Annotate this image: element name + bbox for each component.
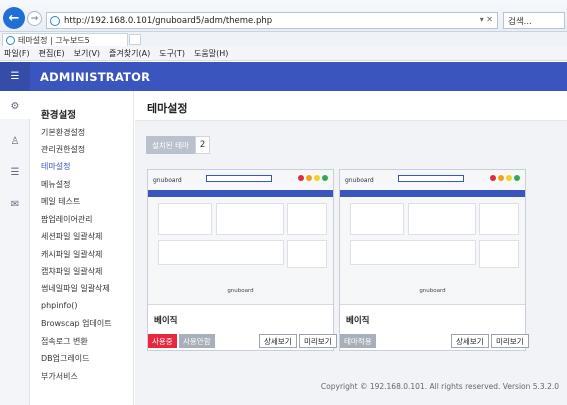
preview-box	[216, 203, 284, 235]
preview-box	[287, 240, 327, 268]
preview-box	[479, 240, 519, 268]
admin-header: ☰ ADMINISTRATOR	[0, 62, 567, 91]
preview-dot	[490, 175, 496, 181]
left-icon-bar: ⚙ ♙ ☰ ✉	[0, 91, 30, 405]
preview-box	[287, 203, 327, 235]
preview-box	[350, 240, 476, 265]
brand-title: ADMINISTRATOR	[40, 70, 151, 84]
preview-dot	[314, 175, 320, 181]
main-content: 테마설정 설치된 테마 2 gnuboard gnuboard 베이직 사용중 …	[135, 91, 567, 405]
preview-button[interactable]: 미리보기	[299, 334, 337, 348]
browser-tab[interactable]: 테마설정 | 그누보드5	[2, 33, 128, 46]
preview-footer: gnuboard	[419, 288, 446, 294]
browser-search-input[interactable]: 검색...	[503, 12, 565, 29]
browser-toolbar: ← → http://192.168.0.101/gnuboard5/adm/t…	[0, 0, 567, 32]
preview-logo: gnuboard	[345, 177, 374, 184]
sidebar: 환경설정 기본환경설정 관리권한설정 테마설정 메뉴설정 메일 테스트 팝업레이…	[30, 91, 134, 405]
preview-button[interactable]: 미리보기	[491, 334, 529, 348]
address-bar[interactable]: http://192.168.0.101/gnuboard5/adm/theme…	[46, 12, 498, 29]
preview-box	[479, 203, 519, 235]
page-title: 테마설정	[147, 102, 188, 115]
deactivate-button[interactable]: 사용안함	[179, 334, 215, 348]
back-arrow-icon[interactable]: ←	[3, 7, 25, 29]
menu-icon[interactable]: ☰	[0, 62, 30, 91]
preview-search-box	[398, 175, 464, 182]
preview-dot	[322, 175, 328, 181]
theme-name: 베이직	[346, 316, 370, 326]
theme-preview-image: gnuboard gnuboard	[340, 170, 525, 305]
mail-icon[interactable]: ✉	[7, 196, 23, 212]
installed-count: 2	[194, 136, 211, 154]
refresh-controls-icon[interactable]: ▾ ✕	[480, 15, 493, 24]
list-icon[interactable]: ☰	[7, 164, 23, 180]
tab-row: 테마설정 | 그누보드5	[0, 32, 567, 46]
detail-button[interactable]: 상세보기	[451, 334, 489, 348]
preview-box	[350, 203, 404, 235]
menu-help[interactable]: 도움말(H)	[194, 48, 228, 59]
page-title-bar: 테마설정	[135, 91, 567, 121]
detail-button[interactable]: 상세보기	[259, 334, 297, 348]
sidebar-item-session[interactable]: 세션파일 일괄삭제	[41, 231, 102, 242]
theme-actions: 테마적용 상세보기 미리보기	[340, 332, 529, 350]
installed-label: 설치된 테마	[146, 136, 195, 154]
preview-footer: gnuboard	[227, 288, 254, 294]
menu-file[interactable]: 파일(F)	[4, 48, 30, 59]
sidebar-item-accesslog[interactable]: 접속로그 변환	[41, 336, 88, 347]
menu-favorites[interactable]: 즐겨찾기(A)	[109, 48, 150, 59]
sidebar-item-captcha[interactable]: 캡챠파일 일괄삭제	[41, 266, 102, 277]
theme-actions: 사용중 사용안함 상세보기 미리보기	[148, 332, 337, 350]
url-text: http://192.168.0.101/gnuboard5/adm/theme…	[64, 15, 273, 26]
sidebar-item-thumbnail[interactable]: 썸네일파일 일괄삭제	[41, 283, 110, 294]
preview-dot	[514, 175, 520, 181]
in-use-button[interactable]: 사용중	[148, 334, 177, 348]
menu-tools[interactable]: 도구(T)	[159, 48, 185, 59]
copyright-text: Copyright © 192.168.0.101. All rights re…	[320, 382, 559, 391]
sidebar-item-basic[interactable]: 기본환경설정	[41, 127, 85, 138]
theme-preview-image: gnuboard gnuboard	[148, 170, 333, 305]
menu-view[interactable]: 보기(V)	[74, 48, 100, 59]
sidebar-item-popup[interactable]: 팝업레이어관리	[41, 214, 93, 225]
tab-title: 테마설정 | 그누보드5	[18, 35, 90, 45]
theme-card: gnuboard gnuboard 베이직 테마적용 상세보기 미리보기	[339, 169, 529, 351]
preview-logo: gnuboard	[153, 177, 182, 184]
ie-favicon-icon	[50, 15, 60, 26]
preview-dot	[306, 175, 312, 181]
menu-edit[interactable]: 편집(E)	[39, 48, 65, 59]
sidebar-item-browscap[interactable]: Browscap 업데이트	[41, 318, 112, 329]
preview-box	[158, 203, 212, 235]
preview-dot	[498, 175, 504, 181]
installed-count-badge: 설치된 테마 2	[146, 136, 211, 154]
preview-dot	[298, 175, 304, 181]
sidebar-title: 환경설정	[41, 110, 76, 121]
theme-name: 베이직	[154, 316, 178, 326]
preview-box	[408, 203, 476, 235]
sidebar-item-mailtest[interactable]: 메일 테스트	[41, 196, 80, 207]
theme-card: gnuboard gnuboard 베이직 사용중 사용안함 상세보기 미리보기	[147, 169, 337, 351]
preview-nav	[148, 190, 333, 197]
sidebar-item-auth[interactable]: 관리권한설정	[41, 144, 85, 155]
apply-theme-button[interactable]: 테마적용	[340, 334, 376, 348]
new-tab-button[interactable]	[129, 34, 141, 45]
preview-dot	[506, 175, 512, 181]
preview-search-box	[206, 175, 272, 182]
sidebar-item-menu[interactable]: 메뉴설정	[41, 179, 70, 190]
sidebar-item-phpinfo[interactable]: phpinfo()	[41, 301, 77, 310]
sidebar-item-dbupgrade[interactable]: DB업그레이드	[41, 353, 89, 364]
browser-menu-bar: 파일(F) 편집(E) 보기(V) 즐겨찾기(A) 도구(T) 도움말(H)	[0, 46, 567, 61]
sidebar-item-theme[interactable]: 테마설정	[41, 161, 70, 172]
preview-nav	[340, 190, 525, 197]
gear-icon[interactable]: ⚙	[7, 98, 23, 114]
preview-box	[158, 240, 284, 265]
sidebar-item-addons[interactable]: 부가서비스	[41, 371, 78, 382]
user-icon[interactable]: ♙	[7, 133, 23, 149]
forward-arrow-icon[interactable]: →	[27, 11, 42, 26]
tab-favicon-icon	[6, 35, 15, 45]
sidebar-item-cache[interactable]: 캐시파일 일괄삭제	[41, 249, 102, 260]
